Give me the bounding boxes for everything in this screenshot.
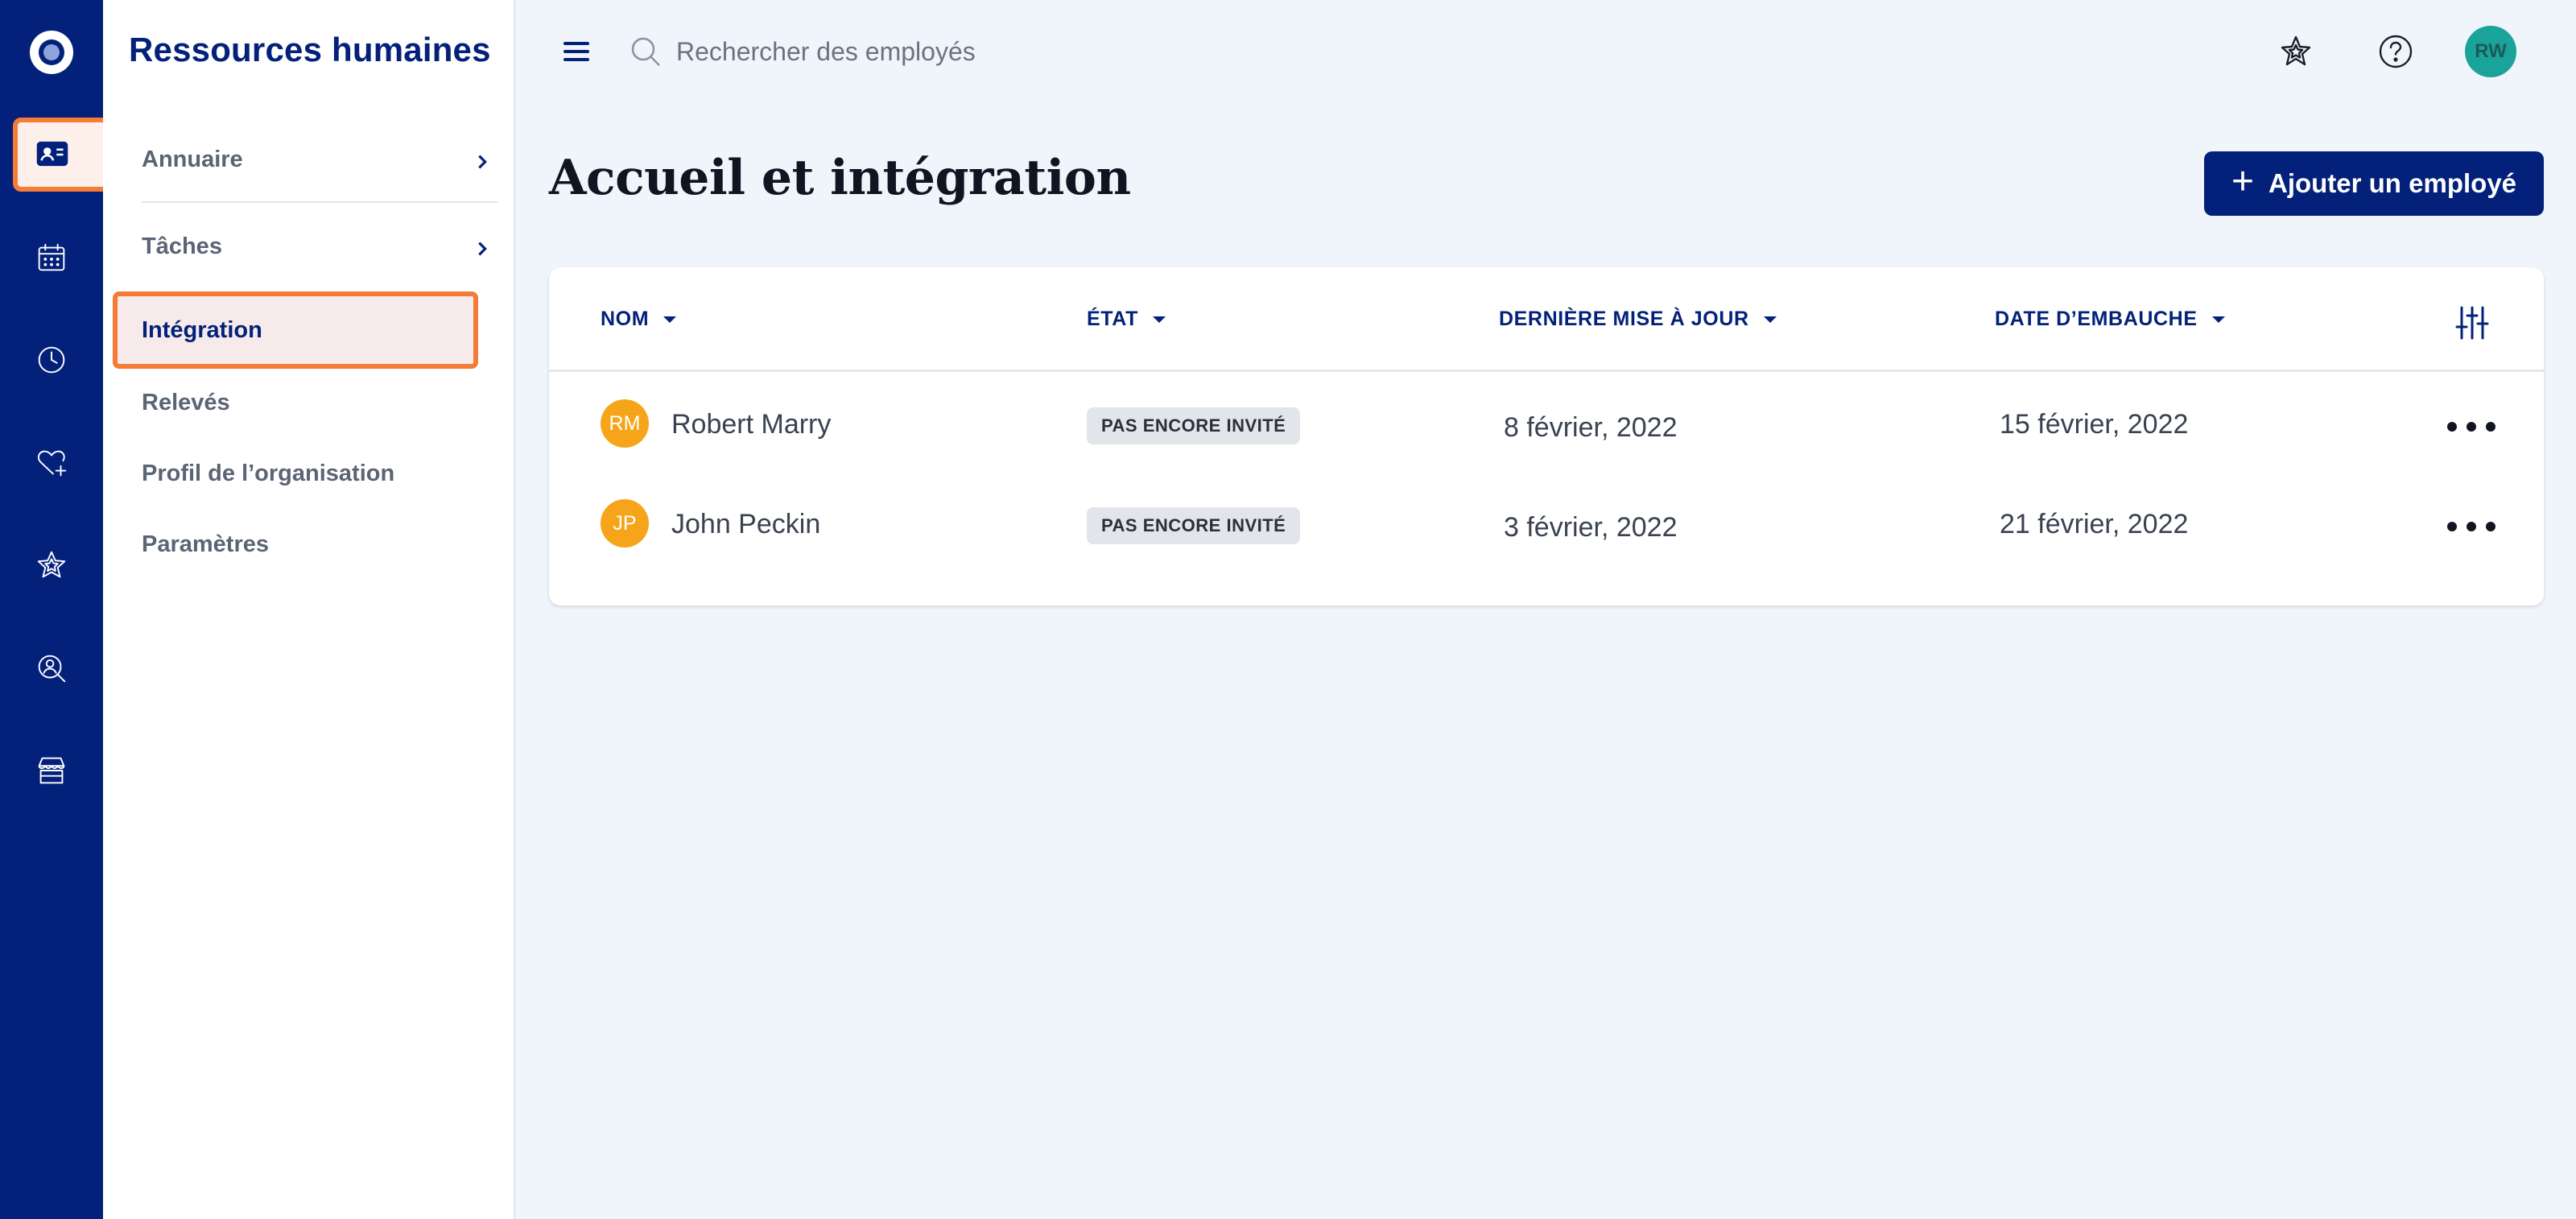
rail-item-marketplace[interactable] (18, 737, 85, 804)
column-header-derniere-mise-a-jour[interactable]: DERNIÈRE MISE À JOUR (1499, 308, 1777, 331)
rail-item-recruiting[interactable] (18, 634, 85, 702)
sort-caret-icon (1763, 316, 1777, 323)
table-header: NOM ÉTAT DERNIÈRE MISE À JOUR DATE D’EMB… (549, 267, 2544, 372)
employee-avatar: JP (601, 499, 649, 548)
menu-icon[interactable] (564, 35, 592, 68)
star-icon (2281, 35, 2311, 66)
help-button[interactable] (2373, 29, 2418, 74)
sidebar-title: Ressources humaines (129, 31, 491, 68)
column-header-etat[interactable]: ÉTAT (1087, 308, 1166, 331)
sidebar-item-label: Intégration (142, 316, 262, 343)
sidebar-item-annuaire[interactable]: Annuaire (142, 135, 497, 184)
search-icon (628, 34, 663, 69)
more-options-icon[interactable] (2447, 411, 2496, 443)
chevron-right-icon (473, 238, 491, 256)
column-label: DERNIÈRE MISE À JOUR (1499, 308, 1749, 330)
last-updated: 8 février, 2022 (1504, 412, 1678, 443)
hr-sidebar: Ressources humaines Annuaire Tâches Inté… (103, 0, 515, 1219)
sidebar-item-label: Relevés (142, 389, 230, 415)
sort-caret-icon (1152, 316, 1166, 323)
sort-caret-icon (663, 316, 677, 323)
app-root: Ressources humaines Annuaire Tâches Inté… (0, 0, 2576, 1219)
rail-item-calendar[interactable] (18, 224, 85, 291)
rail-item-performance[interactable] (18, 531, 85, 599)
sidebar-item-profil-organisation[interactable]: Profil de l’organisation (142, 449, 497, 498)
column-header-date-embauche[interactable]: DATE D’EMBAUCHE (1995, 308, 2225, 331)
page-title: Accueil et intégration (549, 150, 1131, 206)
add-employee-button[interactable]: + Ajouter un employé (2204, 151, 2544, 216)
employee-search-input[interactable] (676, 31, 1401, 72)
employee-avatar: RM (601, 399, 649, 448)
column-header-nom[interactable]: NOM (601, 308, 677, 331)
sort-caret-icon (2211, 316, 2225, 323)
calendar-icon (38, 243, 65, 271)
onboarding-table: NOM ÉTAT DERNIÈRE MISE À JOUR DATE D’EMB… (549, 267, 2544, 605)
hr-directory-icon (36, 141, 68, 167)
column-label: NOM (601, 308, 650, 330)
favorites-star-button[interactable] (2273, 29, 2318, 74)
top-bar: RW (515, 0, 2576, 105)
user-avatar[interactable]: RW (2465, 26, 2516, 77)
sidebar-item-label: Profil de l’organisation (142, 460, 395, 486)
hire-date: 15 février, 2022 (2000, 409, 2189, 440)
table-row[interactable]: JP John Peckin PAS ENCORE INVITÉ 3 févri… (549, 475, 2544, 575)
hire-date: 21 février, 2022 (2000, 509, 2189, 539)
rail-item-benefits[interactable] (18, 429, 85, 497)
person-search-icon (38, 655, 66, 683)
sidebar-item-integration[interactable]: Intégration (113, 291, 478, 369)
store-icon (38, 757, 65, 784)
sidebar-item-parametres[interactable]: Paramètres (142, 520, 497, 568)
sidebar-divider (142, 201, 497, 203)
status-badge: PAS ENCORE INVITÉ (1087, 407, 1301, 444)
more-options-icon[interactable] (2447, 510, 2496, 543)
column-settings-icon[interactable] (2452, 303, 2492, 343)
chevron-right-icon (473, 151, 491, 169)
sidebar-item-label: Paramètres (142, 531, 269, 557)
app-rail (0, 0, 109, 1219)
rail-item-time[interactable] (18, 326, 85, 394)
column-label: ÉTAT (1087, 308, 1138, 330)
employee-name[interactable]: John Peckin (671, 509, 820, 540)
rail-item-hr[interactable] (13, 118, 109, 192)
sidebar-item-taches[interactable]: Tâches (142, 222, 497, 271)
add-employee-label: Ajouter un employé (2268, 168, 2517, 198)
sidebar-item-label: Tâches (142, 233, 222, 259)
star-icon (37, 551, 66, 578)
sidebar-item-label: Annuaire (142, 146, 243, 172)
sidebar-item-releves[interactable]: Relevés (142, 378, 497, 427)
heart-plus-icon (37, 450, 67, 477)
status-badge: PAS ENCORE INVITÉ (1087, 507, 1301, 544)
column-label: DATE D’EMBAUCHE (1995, 308, 2198, 330)
logo-icon[interactable] (30, 31, 73, 74)
plus-icon: + (2231, 160, 2254, 203)
table-row[interactable]: RM Robert Marry PAS ENCORE INVITÉ 8 févr… (549, 375, 2544, 475)
help-icon (2379, 35, 2413, 68)
clock-icon (38, 346, 65, 374)
employee-name[interactable]: Robert Marry (671, 409, 831, 440)
last-updated: 3 février, 2022 (1504, 512, 1678, 543)
